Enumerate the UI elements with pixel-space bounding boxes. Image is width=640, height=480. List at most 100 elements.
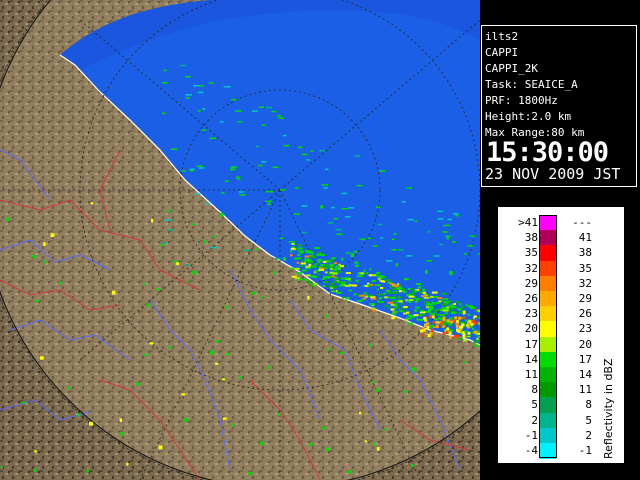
- echo-cell: [119, 418, 123, 422]
- echo-cell: [271, 110, 277, 113]
- echo-cell: [409, 315, 414, 318]
- legend-low-value: 20: [524, 322, 538, 336]
- echo-cell: [322, 281, 329, 283]
- echo-cell: [433, 255, 440, 257]
- echo-cell: [297, 244, 302, 247]
- echo-cell: [277, 412, 280, 416]
- legend-high-value: 23: [578, 322, 592, 336]
- echo-cell: [308, 251, 314, 254]
- echo-cell: [191, 223, 196, 225]
- echo-cell: [1, 465, 4, 469]
- echo-cell: [425, 269, 428, 274]
- echo-cell: [328, 266, 332, 268]
- echo-cell: [397, 296, 401, 299]
- echo-cell: [341, 257, 344, 261]
- echo-cell: [181, 170, 187, 172]
- echo-cell: [477, 310, 480, 313]
- echo-cell: [272, 166, 279, 169]
- legend-swatch: [540, 427, 556, 444]
- echo-cell: [163, 69, 167, 72]
- echo-cell: [261, 161, 267, 163]
- legend-high-value: 32: [578, 276, 592, 290]
- legend-row: 17 20: [498, 336, 598, 353]
- echo-cell: [409, 299, 414, 302]
- echo-cell: [435, 324, 439, 328]
- echo-cell: [332, 272, 338, 275]
- echo-cell: [326, 275, 333, 278]
- echo-cell: [420, 309, 424, 312]
- echo-cell: [396, 283, 400, 286]
- echo-cell: [186, 280, 189, 284]
- echo-cell: [238, 191, 245, 193]
- echo-cell: [394, 295, 397, 298]
- echo-cell: [342, 296, 345, 299]
- echo-cell: [442, 316, 446, 320]
- echo-cell: [350, 253, 355, 257]
- legend-low-value: >41: [518, 216, 538, 229]
- echo-cell: [305, 266, 309, 268]
- echo-cell: [425, 310, 431, 313]
- echo-cell: [50, 233, 55, 238]
- echo-cell: [369, 343, 372, 347]
- echo-cell: [231, 423, 234, 427]
- echo-cell: [290, 247, 296, 250]
- echo-cell: [230, 98, 237, 101]
- echo-cell: [455, 319, 459, 323]
- legend-high-value: 14: [578, 368, 592, 381]
- legend-high-value: ---: [572, 216, 592, 229]
- echo-cell: [267, 365, 270, 370]
- legend-swatch: [540, 321, 556, 338]
- echo-cell: [146, 303, 150, 307]
- echo-cell: [333, 217, 339, 220]
- echo-cell: [183, 418, 187, 422]
- echo-cell: [389, 282, 395, 285]
- product-id: CAPPI_2K: [485, 62, 538, 75]
- legend-row: 23 26: [498, 306, 598, 323]
- echo-cell: [386, 260, 393, 262]
- echo-cell: [422, 328, 426, 332]
- echo-cell: [220, 212, 224, 217]
- echo-cell: [230, 166, 236, 169]
- echo-cell: [348, 289, 352, 292]
- echo-cell: [435, 313, 440, 316]
- echo-cell: [203, 239, 206, 244]
- legend-row: -4 -1: [498, 443, 598, 459]
- echo-cell: [393, 291, 398, 294]
- echo-cell: [346, 297, 350, 299]
- echo-cell: [442, 331, 446, 335]
- echo-cell: [310, 256, 317, 259]
- echo-cell: [371, 380, 375, 384]
- echo-cell: [222, 378, 225, 381]
- radar-display[interactable]: [0, 0, 480, 480]
- echo-cell: [351, 284, 357, 287]
- echo-cell: [377, 293, 383, 296]
- echo-cell: [323, 187, 328, 189]
- echo-cell: [439, 322, 443, 326]
- echo-cell: [354, 155, 361, 157]
- prf-label: PRF: 1800Hz: [485, 94, 558, 107]
- echo-cell: [282, 134, 287, 137]
- echo-cell: [473, 330, 477, 334]
- echo-cell: [402, 310, 405, 313]
- echo-cell: [469, 325, 473, 328]
- echo-cell: [333, 270, 339, 273]
- echo-cell: [176, 262, 180, 266]
- legend-swatch: [540, 291, 556, 307]
- echo-cell: [459, 325, 463, 329]
- echo-cell: [320, 253, 326, 256]
- echo-cell: [364, 440, 367, 443]
- legend-low-value: 35: [524, 246, 538, 260]
- legend-low-value: 5: [531, 398, 538, 412]
- echo-cell: [332, 280, 338, 283]
- legend-swatch: [540, 245, 556, 262]
- echo-cell: [458, 308, 462, 311]
- echo-cell: [346, 252, 351, 254]
- echo-cell: [43, 260, 46, 264]
- echo-cell: [314, 247, 320, 249]
- legend-high-value: 20: [578, 337, 592, 351]
- legend-high-value: -1: [578, 444, 592, 457]
- echo-cell: [467, 313, 471, 316]
- echo-cell: [181, 393, 185, 396]
- legend-low-value: 2: [531, 413, 538, 427]
- echo-cell: [376, 271, 380, 274]
